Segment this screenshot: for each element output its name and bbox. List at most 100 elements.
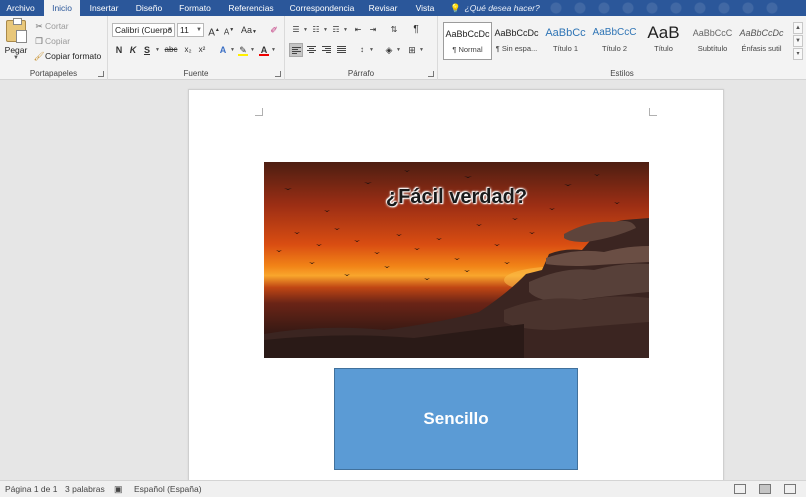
chevron-down-icon[interactable]: ▼ — [167, 24, 173, 36]
style-heading-2[interactable]: AaBbCcC Título 2 — [590, 22, 639, 60]
change-case-button[interactable]: Aa▼ — [239, 23, 259, 37]
justify-icon[interactable] — [334, 43, 348, 57]
clipboard-icon — [6, 18, 27, 43]
blue-rectangle-shape[interactable]: Sencillo — [334, 368, 578, 470]
chevron-down-icon[interactable]: ▼ — [343, 27, 348, 33]
clear-formatting-icon[interactable]: ✐ — [267, 23, 281, 37]
style-no-spacing[interactable]: AaBbCcDc ¶ Sin espa... — [492, 22, 541, 60]
superscript-button[interactable]: x² — [195, 43, 209, 57]
styles-scroll-up-icon[interactable]: ▲ — [793, 22, 803, 34]
show-formatting-marks-icon[interactable]: ¶ — [409, 23, 423, 37]
shape-text: Sencillo — [423, 409, 489, 428]
style-subtle-emphasis[interactable]: AaBbCcDc Énfasis sutil — [737, 22, 786, 60]
status-bar: Página 1 de 1 3 palabras ▣ Español (Espa… — [0, 480, 806, 497]
page-count[interactable]: Página 1 de 1 — [5, 481, 57, 497]
read-mode-icon[interactable] — [734, 484, 746, 494]
bullets-icon[interactable]: ☰ — [289, 23, 303, 37]
chevron-down-icon[interactable]: ▼ — [250, 47, 255, 53]
print-layout-icon[interactable] — [759, 484, 771, 494]
copy-button[interactable]: ❐ Copiar — [33, 34, 70, 48]
font-size-combobox[interactable]: 11 ▼ — [177, 23, 204, 37]
dialog-launcher-font[interactable] — [275, 71, 281, 77]
tab-insertar[interactable]: Insertar — [84, 0, 124, 16]
paste-label: Pegar — [4, 45, 28, 55]
tab-vista[interactable]: Vista — [408, 0, 442, 16]
chevron-down-icon[interactable]: ▼ — [230, 47, 235, 53]
chevron-down-icon[interactable]: ▼ — [419, 47, 424, 53]
paste-button[interactable]: Pegar ▼ — [3, 18, 29, 65]
tab-revisar[interactable]: Revisar — [364, 0, 402, 16]
ribbon-background-pattern — [546, 0, 786, 16]
style-subtitle[interactable]: AaBbCcC Subtítulo — [688, 22, 737, 60]
language-indicator[interactable]: Español (España) — [134, 481, 202, 497]
numbering-icon[interactable]: ☷ — [309, 23, 323, 37]
font-name-combobox[interactable]: Calibri (Cuerpo ▼ — [112, 23, 175, 37]
grow-font-button[interactable]: A▲ — [207, 23, 221, 38]
italic-button[interactable]: K — [126, 43, 140, 57]
group-paragraph: ☰ ▼ ☷ ▼ ☶ ▼ ⇤ ⇥ ⇅ ¶ ↕ ▼ ◈ ▼ ⊞ ▼ Párrafo — [285, 16, 438, 80]
chevron-down-icon[interactable]: ▼ — [3, 55, 29, 61]
bold-button[interactable]: N — [112, 43, 126, 57]
copy-icon: ❐ — [35, 36, 43, 46]
align-left-icon[interactable] — [289, 43, 303, 57]
chevron-down-icon[interactable]: ▼ — [155, 47, 160, 53]
strikethrough-button[interactable]: abc — [162, 43, 180, 57]
group-label-font: Fuente — [183, 69, 209, 78]
dialog-launcher-paragraph[interactable] — [428, 71, 434, 77]
increase-indent-icon[interactable]: ⇥ — [366, 23, 380, 37]
chevron-down-icon[interactable]: ▼ — [369, 47, 374, 53]
tell-me-box[interactable]: 💡 ¿Qué desea hacer? — [450, 0, 540, 16]
image-caption: ¿Fácil verdad? — [385, 186, 528, 208]
highlight-color-button[interactable]: ✎ — [236, 43, 250, 57]
subscript-button[interactable]: x₂ — [181, 43, 195, 57]
font-color-button[interactable]: A — [257, 43, 271, 57]
tab-referencias[interactable]: Referencias — [222, 0, 280, 16]
group-label-paragraph: Párrafo — [347, 69, 375, 78]
align-center-icon[interactable] — [304, 43, 318, 57]
sunset-image[interactable]: ¿Fácil verdad? — [264, 162, 649, 358]
ribbon-tab-bar: Archivo Inicio Insertar Diseño Formato R… — [0, 0, 806, 16]
chevron-down-icon[interactable]: ▼ — [196, 24, 202, 36]
tab-formato[interactable]: Formato — [174, 0, 216, 16]
group-label-clipboard: Portapapeles — [29, 69, 78, 78]
word-count[interactable]: 3 palabras — [65, 481, 105, 497]
styles-scroll-down-icon[interactable]: ▼ — [793, 35, 803, 47]
shading-icon[interactable]: ◈ — [382, 43, 396, 57]
dialog-launcher-clipboard[interactable] — [98, 71, 104, 77]
borders-icon[interactable]: ⊞ — [405, 43, 419, 57]
tab-diseno[interactable]: Diseño — [129, 0, 169, 16]
text-effects-button[interactable]: A — [216, 43, 230, 57]
tab-archivo[interactable]: Archivo — [0, 0, 41, 16]
format-painter-button[interactable]: 🖌Copiar formato — [33, 49, 102, 63]
ribbon-home: Pegar ▼ ✂ Cortar ❐ Copiar 🖌Copiar formato … — [0, 16, 806, 80]
web-layout-icon[interactable] — [784, 484, 796, 494]
styles-more-icon[interactable]: ▾ — [793, 48, 803, 60]
shrink-font-button[interactable]: A▼ — [222, 23, 236, 37]
cut-button[interactable]: ✂ Cortar — [33, 19, 68, 33]
proofing-icon[interactable]: ▣ — [114, 481, 123, 497]
chevron-down-icon[interactable]: ▼ — [323, 27, 328, 33]
group-clipboard: Pegar ▼ ✂ Cortar ❐ Copiar 🖌Copiar formato … — [0, 16, 108, 80]
tell-me-placeholder: ¿Qué desea hacer? — [464, 3, 540, 13]
chevron-down-icon[interactable]: ▼ — [271, 47, 276, 53]
underline-button[interactable]: S — [140, 43, 154, 57]
chevron-down-icon[interactable]: ▼ — [396, 47, 401, 53]
multilevel-list-icon[interactable]: ☶ — [329, 23, 343, 37]
style-heading-1[interactable]: AaBbCc Título 1 — [541, 22, 590, 60]
group-styles: AaBbCcDc ¶ Normal AaBbCcDc ¶ Sin espa...… — [438, 16, 806, 80]
tab-inicio[interactable]: Inicio — [44, 0, 80, 16]
style-title[interactable]: AaB Título — [639, 22, 688, 60]
chevron-down-icon[interactable]: ▼ — [303, 27, 308, 33]
align-right-icon[interactable] — [319, 43, 333, 57]
group-label-styles: Estilos — [610, 69, 634, 78]
lightbulb-icon: 💡 — [450, 3, 461, 13]
style-normal[interactable]: AaBbCcDc ¶ Normal — [443, 22, 492, 60]
tab-correspondencia[interactable]: Correspondencia — [286, 0, 358, 16]
document-canvas[interactable]: ¿Fácil verdad? Sencillo — [0, 81, 806, 484]
paintbrush-icon: 🖌 — [33, 51, 45, 61]
decrease-indent-icon[interactable]: ⇤ — [351, 23, 365, 37]
line-spacing-icon[interactable]: ↕ — [355, 43, 369, 57]
document-page[interactable]: ¿Fácil verdad? Sencillo — [188, 89, 724, 484]
group-font: Calibri (Cuerpo ▼ 11 ▼ A▲ A▼ Aa▼ ✐ N K S ▼… — [108, 16, 285, 80]
sort-icon[interactable]: ⇅ — [387, 23, 401, 37]
